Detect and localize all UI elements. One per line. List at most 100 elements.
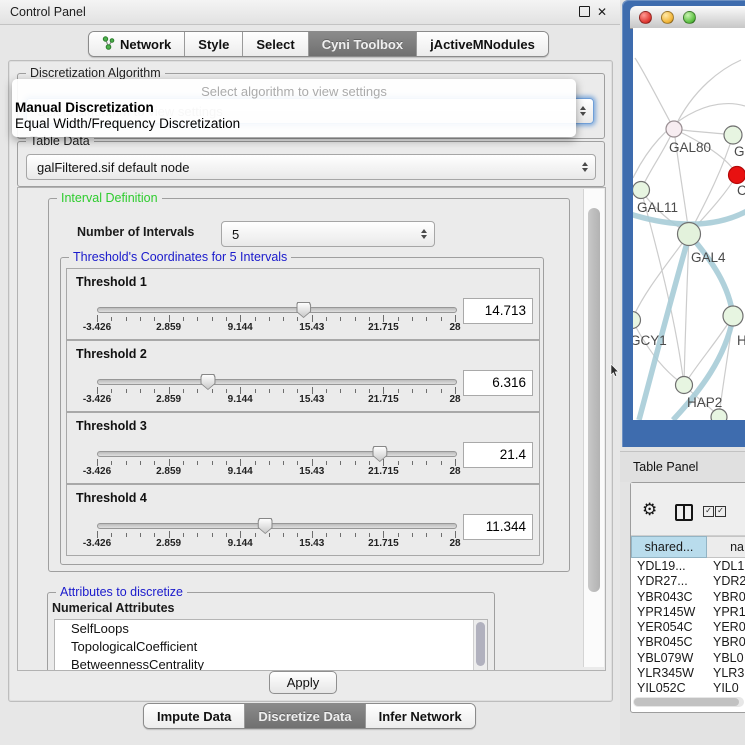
table-row[interactable]: YBL079WYBL0 [631,651,745,666]
node-label-partial-c: C [737,183,745,198]
table-data-combobox[interactable]: galFiltered.sif default node [26,154,596,180]
mouse-cursor [610,364,619,377]
tab-infer-network[interactable]: Infer Network [366,704,475,728]
numerical-attributes-label: Numerical Attributes [52,601,174,615]
group-title: Attributes to discretize [56,585,187,599]
checkbox-icon[interactable]: ✓ [703,506,714,517]
tick-label: 28 [449,322,460,333]
tab-cyni-toolbox[interactable]: Cyni Toolbox [309,32,417,56]
cyni-toolbox-content: Discretization Algorithm Select algorith… [8,60,613,702]
node-label-partial-h: H [737,333,745,348]
list-item[interactable]: SelfLoops [55,620,487,638]
numerical-attributes-list[interactable]: SelfLoopsTopologicalCoefficientBetweenne… [54,619,488,671]
tick-label: 15.43 [299,538,324,549]
popup-item-manual-discretization[interactable]: Manual Discretization [12,100,576,116]
close-icon[interactable]: ✕ [597,7,607,17]
table-row[interactable]: YIL052CYIL0 [631,681,745,696]
combobox-value: 5 [222,227,421,242]
tab-discretize-data[interactable]: Discretize Data [245,704,365,728]
table-row[interactable]: YBR043CYBR0 [631,590,745,605]
slider-track[interactable] [97,451,457,457]
checkbox-icon[interactable]: ✓ [715,506,726,517]
tick-label: 9.144 [228,538,253,549]
column-header-name[interactable]: na [707,536,745,558]
tick-label: -3.426 [83,538,111,549]
threshold-row: Threshold 3 -3.4262.8599.14415.4321.7152… [66,412,540,484]
tab-select[interactable]: Select [243,32,308,56]
popup-hint: Select algorithm to view settings [12,84,576,100]
top-tab-strip: Network Style Select Cyni Toolbox jActiv… [88,31,549,57]
tab-style[interactable]: Style [185,32,243,56]
node-label-gal4: GAL4 [691,250,726,265]
table-row[interactable]: YDR27...YDR2 [631,574,745,589]
tick-label: 2.859 [156,394,181,405]
gear-icon[interactable]: ⚙ [642,501,657,518]
table-row[interactable]: YPR145WYPR1 [631,605,745,620]
table-horizontal-scrollbar[interactable] [633,697,744,707]
tick-label: 2.859 [156,538,181,549]
list-item[interactable]: BetweennessCentrality [55,656,487,671]
table-panel-title: Table Panel [633,460,698,474]
table-row[interactable]: YLR345WYLR3 [631,666,745,681]
panel-title: Control Panel [10,5,86,19]
tick-label: 28 [449,538,460,549]
table-rows: YDL19...YDL1YDR27...YDR2YBR043CYBR0YPR14… [631,559,745,696]
threshold-slider[interactable] [97,379,455,385]
table-row[interactable]: YBR045CYBR0 [631,635,745,650]
apply-button[interactable]: Apply [269,671,337,694]
slider-track[interactable] [97,523,457,529]
tab-impute-data[interactable]: Impute Data [144,704,245,728]
node-label-gal11: GAL11 [637,200,678,215]
threshold-slider[interactable] [97,523,455,529]
threshold-slider[interactable] [97,451,455,457]
tick-label: 15.43 [299,322,324,333]
tab-jactivemnodules[interactable]: jActiveMNodules [417,32,548,56]
thresholds-group: Threshold's Coordinates for 5 Intervals … [60,257,544,565]
num-intervals-combobox[interactable]: 5 [221,221,435,247]
tick-label: 21.715 [368,538,399,549]
threshold-value-field[interactable]: 21.4 [463,442,533,468]
list-scrollbar[interactable] [473,620,487,671]
threshold-slider[interactable] [97,307,455,313]
tick-label: -3.426 [83,394,111,405]
scrollbar-thumb[interactable] [634,698,739,706]
network-canvas[interactable]: GAL80 G C GAL11 GAL4 GCY1 H HAP2 [633,28,745,420]
slider-tick-labels: -3.4262.8599.14415.4321.71528 [97,538,455,550]
combo-arrows-icon [580,106,586,116]
group-title: Interval Definition [57,191,162,205]
node-label-partial-g: G [734,144,745,159]
tick-label: -3.426 [83,322,111,333]
threshold-row: Threshold 1 -3.4262.8599.14415.4321.7152… [66,268,540,340]
node-label-gal80: GAL80 [669,140,711,155]
tick-label: 9.144 [228,322,253,333]
split-table-icon[interactable] [675,504,693,521]
threshold-value-field[interactable]: 14.713 [463,298,533,324]
list-item[interactable]: TopologicalCoefficient [55,638,487,656]
tab-label: jActiveMNodules [430,37,535,52]
num-intervals-label: Number of Intervals [77,225,194,239]
scrollbar-thumb[interactable] [588,208,600,592]
tab-label: Discretize Data [258,709,351,724]
minimize-traffic-light[interactable] [661,11,674,24]
tick-label: 2.859 [156,322,181,333]
slider-track[interactable] [97,307,457,313]
slider-track[interactable] [97,379,457,385]
network-icon [102,36,115,53]
tab-label: Cyni Toolbox [322,37,403,52]
control-panel-titlebar: Control Panel ✕ [0,0,620,25]
popup-item-equal-width-frequency[interactable]: Equal Width/Frequency Discretization [12,116,576,132]
close-traffic-light[interactable] [639,11,652,24]
table-row[interactable]: YDL19...YDL1 [631,559,745,574]
tab-network[interactable]: Network [89,32,185,56]
threshold-value-field[interactable]: 11.344 [463,514,533,540]
zoom-traffic-light[interactable] [683,11,696,24]
algorithm-popup: Select algorithm to view settings Manual… [12,79,576,137]
tick-label: 21.715 [368,394,399,405]
tick-label: 15.43 [299,466,324,477]
threshold-value-field[interactable]: 6.316 [463,370,533,396]
float-window-icon[interactable] [579,6,590,17]
column-header-shared-name[interactable]: shared... [631,536,707,558]
panel-scrollbar[interactable] [583,189,604,667]
table-row[interactable]: YER054CYER0 [631,620,745,635]
tick-label: 21.715 [368,322,399,333]
